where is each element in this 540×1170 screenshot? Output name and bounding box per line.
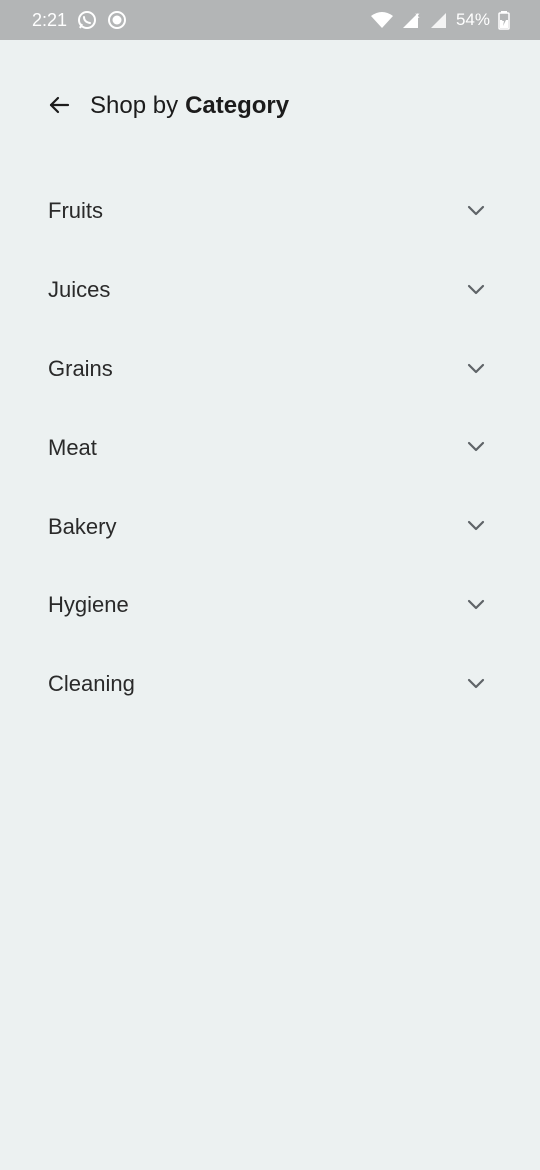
- category-label: Cleaning: [48, 671, 135, 697]
- back-button[interactable]: [40, 86, 78, 124]
- category-item-bakery[interactable]: Bakery: [0, 487, 540, 566]
- battery-charging-icon: [498, 10, 510, 30]
- category-item-cleaning[interactable]: Cleaning: [0, 645, 540, 724]
- status-right: x 54%: [370, 0, 510, 40]
- signal-icon: [430, 11, 448, 29]
- status-bar: 2:21 x 54%: [0, 0, 540, 40]
- chevron-down-icon[interactable]: [466, 201, 486, 221]
- chevron-down-icon[interactable]: [466, 595, 486, 615]
- record-icon: [107, 10, 127, 30]
- chevron-down-icon[interactable]: [466, 359, 486, 379]
- category-item-hygiene[interactable]: Hygiene: [0, 566, 540, 645]
- page-title-prefix: Shop by: [90, 92, 179, 119]
- page-title-bold: Category: [185, 92, 290, 119]
- category-label: Meat: [48, 434, 97, 460]
- category-item-juices[interactable]: Juices: [0, 251, 540, 330]
- chevron-down-icon[interactable]: [466, 280, 486, 300]
- chevron-down-icon[interactable]: [466, 674, 486, 694]
- svg-text:x: x: [415, 11, 420, 20]
- status-time: 2:21: [32, 9, 68, 30]
- category-label: Grains: [48, 355, 113, 381]
- category-item-fruits[interactable]: Fruits: [0, 172, 540, 251]
- category-label: Hygiene: [48, 592, 129, 618]
- page-title: Shop by Category: [90, 70, 289, 142]
- category-item-meat[interactable]: Meat: [0, 408, 540, 487]
- category-label: Fruits: [48, 198, 103, 224]
- chevron-down-icon[interactable]: [466, 516, 486, 536]
- category-label: Juices: [48, 277, 111, 303]
- category-label: Bakery: [48, 513, 117, 539]
- category-list: Fruits Juices Grains Meat Bakery Hygiene: [0, 172, 540, 724]
- whatsapp-icon: [77, 10, 97, 30]
- chevron-down-icon[interactable]: [466, 437, 486, 457]
- header: Shop by Category: [0, 70, 540, 142]
- battery-percent: 54%: [455, 10, 490, 29]
- signal-icon: x: [402, 11, 422, 29]
- arrow-back-icon: [48, 94, 70, 116]
- category-item-grains[interactable]: Grains: [0, 330, 540, 409]
- wifi-icon: [370, 11, 394, 29]
- status-left: 2:21: [32, 0, 127, 40]
